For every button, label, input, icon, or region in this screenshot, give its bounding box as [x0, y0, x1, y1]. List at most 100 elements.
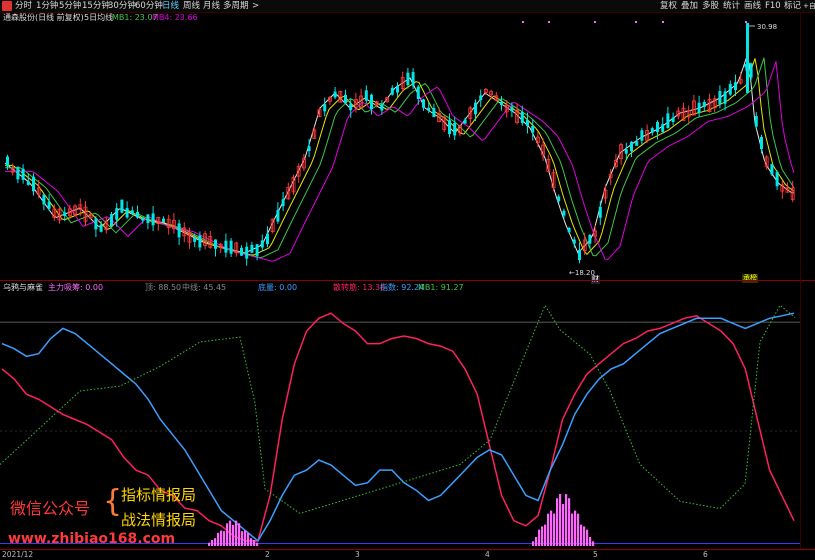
- tab-5min[interactable]: 5分钟: [59, 0, 81, 12]
- candle-down: [380, 104, 384, 111]
- stats-button[interactable]: 统计: [723, 0, 740, 12]
- candle-down: [572, 239, 576, 244]
- candle-down: [141, 217, 145, 221]
- candle-down: [130, 210, 134, 214]
- absorb-bar: [571, 513, 574, 546]
- absorb-bar: [220, 530, 223, 546]
- candle-down: [661, 124, 665, 132]
- overlay-button[interactable]: 叠加: [681, 0, 698, 12]
- candle-down: [754, 116, 758, 127]
- absorb-bar: [559, 494, 562, 546]
- candle-down: [21, 168, 25, 180]
- price-panel[interactable]: 通森股份(日线 前复权) 5日均线 MB1: 23.07 MB4: 23.66 …: [0, 13, 800, 284]
- absorb-bar: [256, 542, 259, 546]
- absorb-bar: [577, 513, 580, 546]
- candle-down: [432, 108, 436, 118]
- watermark-line2: 战法情报局: [121, 511, 197, 529]
- app-logo-icon: [2, 1, 12, 11]
- absorb-bar: [244, 530, 247, 546]
- candle-down: [427, 107, 431, 111]
- watermark-url: www.zhibiao168.com: [8, 531, 176, 547]
- indicator-panel[interactable]: 乌鸦与麻雀 主力吸筹: 0.00 顶: 88.50 中线: 45.45 底量: …: [0, 281, 800, 549]
- draw-button[interactable]: 画线: [744, 0, 761, 12]
- candle-down: [463, 119, 467, 124]
- candle-down: [120, 199, 124, 213]
- candle-down: [32, 176, 35, 192]
- event-marker-dot: [594, 21, 596, 23]
- candle-down: [624, 149, 628, 154]
- candle-down: [557, 196, 561, 202]
- add-custom-button[interactable]: +自: [803, 0, 815, 12]
- candle-down: [510, 106, 514, 112]
- candle-down: [333, 91, 337, 98]
- f10-button[interactable]: F10: [765, 0, 781, 12]
- candle-down: [266, 233, 269, 245]
- candle-down: [718, 91, 722, 105]
- more-chevron-icon[interactable]: >: [252, 0, 259, 12]
- candle-down: [214, 239, 217, 249]
- candle-down: [453, 123, 457, 136]
- tab-weekly[interactable]: 周线: [183, 0, 200, 12]
- event-marker-dot: [635, 21, 637, 23]
- candle-down: [47, 201, 51, 209]
- candle-down: [479, 95, 483, 101]
- candle-down: [562, 210, 566, 216]
- candle-down: [416, 86, 420, 99]
- candle-down: [567, 228, 571, 233]
- candle-down: [370, 94, 373, 110]
- candle-down: [224, 240, 228, 253]
- candle-down: [635, 141, 639, 146]
- absorb-bar: [574, 510, 577, 546]
- absorb-bar: [556, 498, 559, 546]
- ma5-line: [4, 57, 795, 254]
- absorb-bar: [235, 520, 238, 546]
- absorb-bar: [547, 513, 550, 546]
- event-marker-dot: [548, 21, 550, 23]
- tab-60min[interactable]: 60分钟: [135, 0, 163, 12]
- candle-down: [364, 90, 368, 101]
- absorb-bar: [583, 526, 586, 546]
- right-scrollbar[interactable]: [800, 13, 815, 549]
- tab-30min[interactable]: 30分钟: [108, 0, 136, 12]
- candle-down: [349, 103, 353, 111]
- absorb-bar: [550, 510, 553, 546]
- candle-down: [146, 214, 150, 224]
- candle-down: [728, 84, 732, 95]
- mark-button[interactable]: 标记: [784, 0, 801, 12]
- mb1-dotted-line: [0, 304, 796, 515]
- absorb-bar: [217, 532, 220, 546]
- watermark-line1: 指标情报局: [121, 486, 197, 504]
- candle-down: [520, 112, 524, 124]
- fuquan-button[interactable]: 复权: [660, 0, 677, 12]
- candle-down: [411, 72, 415, 86]
- absorb-bar: [253, 540, 256, 546]
- tab-daily[interactable]: 日线: [162, 0, 179, 12]
- candle-down: [229, 240, 233, 254]
- candle-down: [390, 87, 394, 95]
- candle-down: [734, 82, 737, 91]
- candle-down: [281, 199, 285, 207]
- candle-down: [198, 235, 202, 248]
- tab-fenshi[interactable]: 分时: [15, 0, 32, 12]
- candle-down: [588, 234, 592, 244]
- candle-down: [500, 101, 503, 106]
- tab-multi-period[interactable]: 多周期: [223, 0, 249, 12]
- candle-down: [406, 72, 410, 86]
- candle-down: [650, 128, 654, 133]
- candle-down: [666, 113, 670, 129]
- candle-down: [240, 247, 243, 256]
- candle-down: [630, 141, 633, 152]
- absorb-bar: [589, 537, 592, 546]
- candle-spike: [746, 23, 749, 93]
- candle-down: [396, 85, 399, 93]
- absorb-bar: [211, 540, 214, 546]
- candle-down: [162, 218, 165, 223]
- tab-15min[interactable]: 15分钟: [82, 0, 110, 12]
- tab-monthly[interactable]: 月线: [203, 0, 220, 12]
- tab-1min[interactable]: 1分钟: [36, 0, 58, 12]
- candle-down: [702, 102, 706, 107]
- candle-down: [760, 136, 763, 150]
- multi-stock-button[interactable]: 多股: [702, 0, 719, 12]
- absorb-bar: [586, 529, 589, 546]
- ma60-line: [5, 61, 795, 262]
